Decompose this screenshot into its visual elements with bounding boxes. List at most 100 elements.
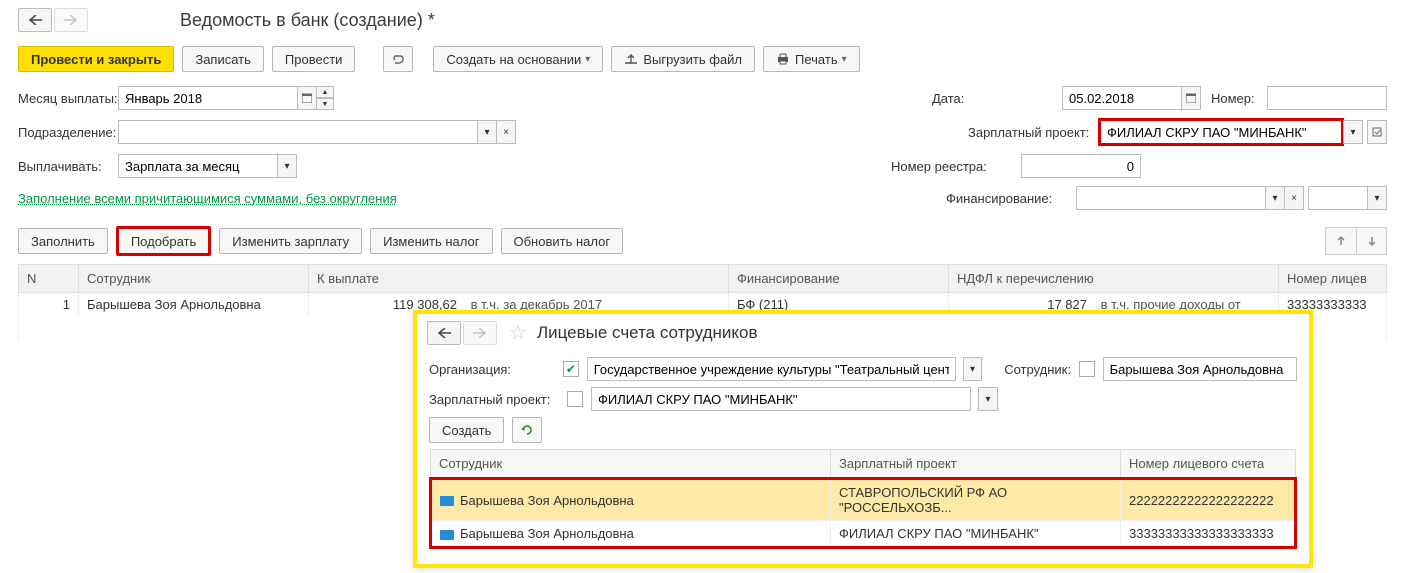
- arrow-down-icon: [1367, 235, 1377, 247]
- dept-clear-button[interactable]: ×: [496, 120, 516, 144]
- post-and-close-button[interactable]: Провести и закрыть: [18, 46, 174, 72]
- pay-dropdown-button[interactable]: ▾: [277, 154, 297, 178]
- popup-proj-dropdown[interactable]: ▾: [978, 387, 998, 411]
- paperclip-icon: [391, 52, 405, 66]
- number-label: Номер:: [1211, 91, 1267, 106]
- popup-refresh-button[interactable]: [512, 417, 542, 443]
- registry-no-input[interactable]: [1021, 154, 1141, 178]
- finance-clear-1[interactable]: ×: [1284, 186, 1304, 210]
- nav-back-button[interactable]: [18, 8, 52, 32]
- number-input[interactable]: [1267, 86, 1387, 110]
- dept-input[interactable]: [118, 120, 478, 144]
- month-calendar-button[interactable]: [297, 86, 317, 110]
- popup-cell-acc: 33333333333333333333: [1121, 521, 1296, 548]
- popup-row[interactable]: Барышева Зоя Арнольдовна СТАВРОПОЛЬСКИЙ …: [431, 479, 1296, 521]
- month-up-button[interactable]: ▲: [316, 86, 334, 98]
- pay-label: Выплачивать:: [18, 159, 118, 174]
- popup-emp-input[interactable]: [1103, 357, 1297, 381]
- fill-button[interactable]: Заполнить: [18, 228, 108, 254]
- col-ndfl[interactable]: НДФЛ к перечислению: [949, 265, 1279, 293]
- arrow-up-icon: [1336, 235, 1346, 247]
- popup-forward-button[interactable]: [463, 321, 497, 345]
- move-up-button[interactable]: [1326, 228, 1356, 254]
- popup-emp-label: Сотрудник:: [1004, 362, 1071, 377]
- popup-cell-emp: Барышева Зоя Арнольдовна: [431, 521, 831, 548]
- select-button[interactable]: Подобрать: [116, 226, 211, 256]
- date-input[interactable]: [1062, 86, 1182, 110]
- popup-proj-check[interactable]: [567, 391, 583, 407]
- col-acc[interactable]: Номер лицев: [1279, 265, 1387, 293]
- arrow-left-icon: [437, 328, 451, 338]
- col-fin[interactable]: Финансирование: [729, 265, 949, 293]
- calendar-icon: [302, 93, 312, 103]
- salary-proj-open-button[interactable]: [1367, 120, 1387, 144]
- fill-mode-link[interactable]: Заполнение всеми причитающимися суммами,…: [18, 191, 397, 206]
- open-icon: [1372, 127, 1382, 137]
- popup-row[interactable]: Барышева Зоя Арнольдовна ФИЛИАЛ СКРУ ПАО…: [431, 521, 1296, 548]
- calendar-icon: [1186, 93, 1196, 103]
- popup-emp-check[interactable]: [1079, 361, 1095, 377]
- popup-back-button[interactable]: [427, 321, 461, 345]
- refresh-icon: [521, 424, 533, 436]
- popup-proj-label: Зарплатный проект:: [429, 392, 559, 407]
- popup-col-acc[interactable]: Номер лицевого счета: [1121, 450, 1296, 479]
- month-input[interactable]: [118, 86, 298, 110]
- card-icon: [440, 530, 454, 540]
- change-salary-button[interactable]: Изменить зарплату: [219, 228, 362, 254]
- save-button[interactable]: Записать: [182, 46, 264, 72]
- finance-input-2[interactable]: [1308, 186, 1368, 210]
- col-emp[interactable]: Сотрудник: [79, 265, 309, 293]
- upload-icon: [624, 53, 638, 65]
- dept-dropdown-button[interactable]: ▾: [477, 120, 497, 144]
- upload-file-button[interactable]: Выгрузить файл: [611, 46, 755, 72]
- date-label: Дата:: [932, 91, 1062, 106]
- salary-proj-label: Зарплатный проект:: [968, 125, 1098, 140]
- change-tax-button[interactable]: Изменить налог: [370, 228, 492, 254]
- attach-button[interactable]: [383, 46, 413, 72]
- popup-title: Лицевые счета сотрудников: [537, 323, 758, 343]
- salary-proj-input[interactable]: [1101, 121, 1341, 143]
- col-n[interactable]: N: [19, 265, 79, 293]
- post-button[interactable]: Провести: [272, 46, 356, 72]
- cell-n: 1: [19, 293, 79, 317]
- month-down-button[interactable]: ▼: [316, 98, 334, 110]
- favorite-icon[interactable]: ☆: [509, 320, 527, 345]
- salary-proj-dropdown-button[interactable]: ▾: [1343, 120, 1363, 144]
- accounts-popup: ☆ Лицевые счета сотрудников Организация:…: [413, 310, 1313, 568]
- nav-forward-button[interactable]: [54, 8, 88, 32]
- finance-dropdown-1[interactable]: ▾: [1265, 186, 1285, 210]
- popup-org-dropdown[interactable]: ▾: [963, 357, 982, 381]
- popup-cell-proj: СТАВРОПОЛЬСКИЙ РФ АО "РОССЕЛЬХОЗБ...: [831, 479, 1121, 521]
- cell-emp: Барышева Зоя Арнольдовна: [79, 293, 309, 317]
- print-button[interactable]: Печать: [763, 46, 860, 72]
- upload-label: Выгрузить файл: [643, 52, 742, 67]
- move-down-button[interactable]: [1356, 228, 1386, 254]
- arrow-left-icon: [28, 15, 42, 25]
- date-calendar-button[interactable]: [1181, 86, 1201, 110]
- month-label: Месяц выплаты:: [18, 91, 118, 106]
- create-based-on-button[interactable]: Создать на основании: [433, 46, 603, 72]
- popup-cell-acc: 22222222222222222222: [1121, 479, 1296, 521]
- col-topay[interactable]: К выплате: [309, 265, 729, 293]
- popup-cell-emp: Барышева Зоя Арнольдовна: [431, 479, 831, 521]
- print-label: Печать: [795, 52, 838, 67]
- popup-org-input[interactable]: [587, 357, 956, 381]
- finance-label: Финансирование:: [946, 191, 1076, 206]
- popup-col-proj[interactable]: Зарплатный проект: [831, 450, 1121, 479]
- page-title: Ведомость в банк (создание) *: [180, 10, 435, 31]
- registry-no-label: Номер реестра:: [891, 159, 1021, 174]
- popup-create-button[interactable]: Создать: [429, 417, 504, 443]
- pay-input[interactable]: [118, 154, 278, 178]
- arrow-right-icon: [473, 328, 487, 338]
- popup-proj-input[interactable]: [591, 387, 971, 411]
- popup-org-label: Организация:: [429, 362, 555, 377]
- card-icon: [440, 496, 454, 506]
- finance-dropdown-2[interactable]: ▾: [1367, 186, 1387, 210]
- popup-org-check[interactable]: ✔: [563, 361, 579, 377]
- update-tax-button[interactable]: Обновить налог: [501, 228, 624, 254]
- move-buttons: [1325, 227, 1387, 255]
- print-icon: [776, 53, 790, 65]
- popup-col-emp[interactable]: Сотрудник: [431, 450, 831, 479]
- finance-input-1[interactable]: [1076, 186, 1266, 210]
- popup-table: Сотрудник Зарплатный проект Номер лицево…: [429, 449, 1297, 549]
